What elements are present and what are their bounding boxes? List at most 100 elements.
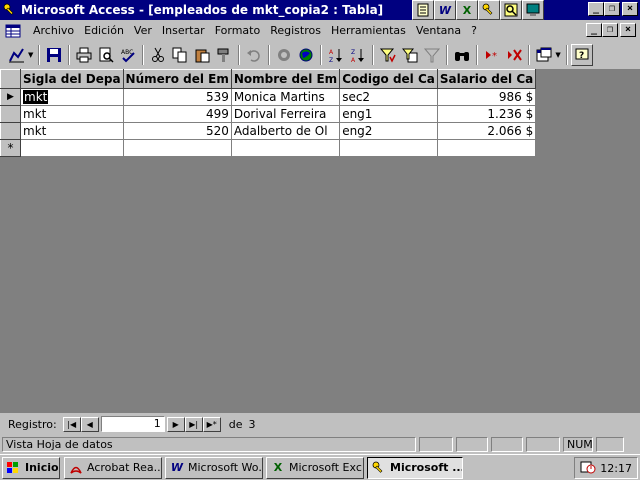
record-navigator: Registro: |◀ ◀ 1 ▶ ▶| ▶* de 3: [0, 414, 640, 434]
print-preview-icon[interactable]: [95, 44, 117, 66]
start-button[interactable]: Inicio: [2, 456, 60, 479]
table-row[interactable]: mkt 520 Adalberto de Ol eng2 2.066 $: [0, 122, 537, 140]
cell-salario[interactable]: 986 $: [436, 88, 537, 106]
format-painter-icon[interactable]: [213, 44, 235, 66]
record-number-input[interactable]: 1: [100, 416, 165, 432]
column-header[interactable]: Nombre del Em: [230, 69, 341, 89]
previous-record-button[interactable]: ◀: [80, 416, 99, 432]
filter-by-selection-icon[interactable]: [377, 44, 399, 66]
scheduler-icon[interactable]: [580, 460, 596, 477]
last-record-button[interactable]: ▶|: [184, 416, 203, 432]
column-header[interactable]: Salario del Ca: [436, 69, 537, 89]
cell-numero[interactable]: 520: [122, 122, 232, 140]
new-record-marker-icon[interactable]: *: [0, 139, 21, 157]
new-record-nav-button[interactable]: ▶*: [202, 416, 221, 432]
cell-sigla[interactable]: mkt: [20, 88, 124, 106]
copy-icon[interactable]: [169, 44, 191, 66]
cell-nombre[interactable]: Adalberto de Ol: [230, 122, 341, 140]
notepad-icon[interactable]: [412, 0, 434, 20]
access-key-icon[interactable]: [478, 0, 500, 20]
column-header[interactable]: Número del Em: [122, 69, 232, 89]
office-assistant-icon[interactable]: ?: [570, 44, 593, 66]
task-word[interactable]: W Microsoft Wo...: [165, 456, 263, 479]
restore-button[interactable]: ❐: [604, 2, 620, 16]
access-key-icon[interactable]: [2, 2, 18, 18]
new-cell[interactable]: [20, 139, 124, 157]
save-icon[interactable]: [43, 44, 65, 66]
cell-salario[interactable]: 1.236 $: [436, 105, 537, 123]
menu-insertar[interactable]: Insertar: [157, 24, 210, 37]
cell-codigo[interactable]: sec2: [339, 88, 438, 106]
cell-salario[interactable]: 2.066 $: [436, 122, 537, 140]
menu-help[interactable]: ?: [466, 24, 482, 37]
new-cell[interactable]: [122, 139, 232, 157]
window-controls: _ ❐ ×: [588, 2, 638, 16]
clock[interactable]: 12:17: [600, 462, 632, 475]
table-row[interactable]: ▶ mkt 539 Monica Martins sec2 986 $: [0, 88, 537, 106]
print-icon[interactable]: [73, 44, 95, 66]
new-cell[interactable]: [230, 139, 341, 157]
current-record-marker-icon[interactable]: ▶: [0, 88, 21, 106]
select-all-corner[interactable]: [0, 69, 21, 89]
cell-codigo[interactable]: eng1: [339, 105, 438, 123]
web-toolbar-icon[interactable]: [295, 44, 317, 66]
view-dropdown-icon[interactable]: ▼: [28, 51, 33, 59]
document-window-controls: _ ❐ ×: [586, 23, 636, 37]
menu-formato[interactable]: Formato: [210, 24, 266, 37]
delete-record-icon[interactable]: [503, 44, 525, 66]
new-cell[interactable]: [436, 139, 537, 157]
cell-numero[interactable]: 499: [122, 105, 232, 123]
next-record-button[interactable]: ▶: [166, 416, 185, 432]
cell-sigla[interactable]: mkt: [20, 105, 124, 123]
toolbar-separator: [320, 45, 323, 65]
cell-codigo[interactable]: eng2: [339, 122, 438, 140]
record-selector[interactable]: [0, 105, 21, 123]
insert-hyperlink-icon[interactable]: [273, 44, 295, 66]
excel-icon[interactable]: X: [456, 0, 478, 20]
menu-ventana[interactable]: Ventana: [411, 24, 466, 37]
minimize-button[interactable]: _: [588, 2, 604, 16]
record-selector[interactable]: [0, 122, 21, 140]
find-binoculars-icon[interactable]: [451, 44, 473, 66]
task-excel[interactable]: X Microsoft Exc...: [266, 456, 364, 479]
new-object-dropdown-icon[interactable]: ▼: [555, 51, 560, 59]
cut-icon[interactable]: [147, 44, 169, 66]
close-button[interactable]: ×: [622, 2, 638, 16]
cell-sigla[interactable]: mkt: [20, 122, 124, 140]
cell-nombre[interactable]: Dorival Ferreira: [230, 105, 341, 123]
new-record-icon[interactable]: *: [481, 44, 503, 66]
menu-archivo[interactable]: Archivo: [28, 24, 79, 37]
monitor-icon[interactable]: [522, 0, 544, 20]
table-row[interactable]: mkt 499 Dorival Ferreira eng1 1.236 $: [0, 105, 537, 123]
first-record-button[interactable]: |◀: [62, 416, 81, 432]
undo-icon[interactable]: [243, 44, 265, 66]
paste-icon[interactable]: [191, 44, 213, 66]
column-header[interactable]: Sigla del Depa: [20, 69, 124, 89]
doc-minimize-button[interactable]: _: [586, 23, 602, 37]
sort-descending-icon[interactable]: ZA: [347, 44, 369, 66]
new-cell[interactable]: [339, 139, 438, 157]
filter-by-form-icon[interactable]: [399, 44, 421, 66]
menu-edicion[interactable]: Edición: [79, 24, 129, 37]
database-window-icon[interactable]: [533, 44, 555, 66]
table-doc-icon[interactable]: [4, 23, 22, 39]
view-design-icon[interactable]: [6, 44, 28, 66]
cell-numero[interactable]: 539: [122, 88, 232, 106]
task-acrobat[interactable]: Acrobat Rea...: [64, 456, 162, 479]
menu-herramientas[interactable]: Herramientas: [326, 24, 411, 37]
search-icon[interactable]: [500, 0, 522, 20]
new-record-row[interactable]: *: [0, 139, 537, 157]
doc-close-button[interactable]: ×: [620, 23, 636, 37]
svg-text:A: A: [351, 57, 356, 63]
cell-nombre[interactable]: Monica Martins: [230, 88, 341, 106]
task-access[interactable]: Microsoft ...: [367, 456, 463, 479]
spelling-icon[interactable]: ABC: [117, 44, 139, 66]
column-header[interactable]: Codigo del Ca: [339, 69, 438, 89]
menu-registros[interactable]: Registros: [265, 24, 326, 37]
doc-restore-button[interactable]: ❐: [602, 23, 618, 37]
menu-ver[interactable]: Ver: [129, 24, 157, 37]
sort-ascending-icon[interactable]: AZ: [325, 44, 347, 66]
word-icon[interactable]: W: [434, 0, 456, 20]
task-label: Microsoft Wo...: [188, 461, 263, 474]
apply-filter-icon[interactable]: [421, 44, 443, 66]
